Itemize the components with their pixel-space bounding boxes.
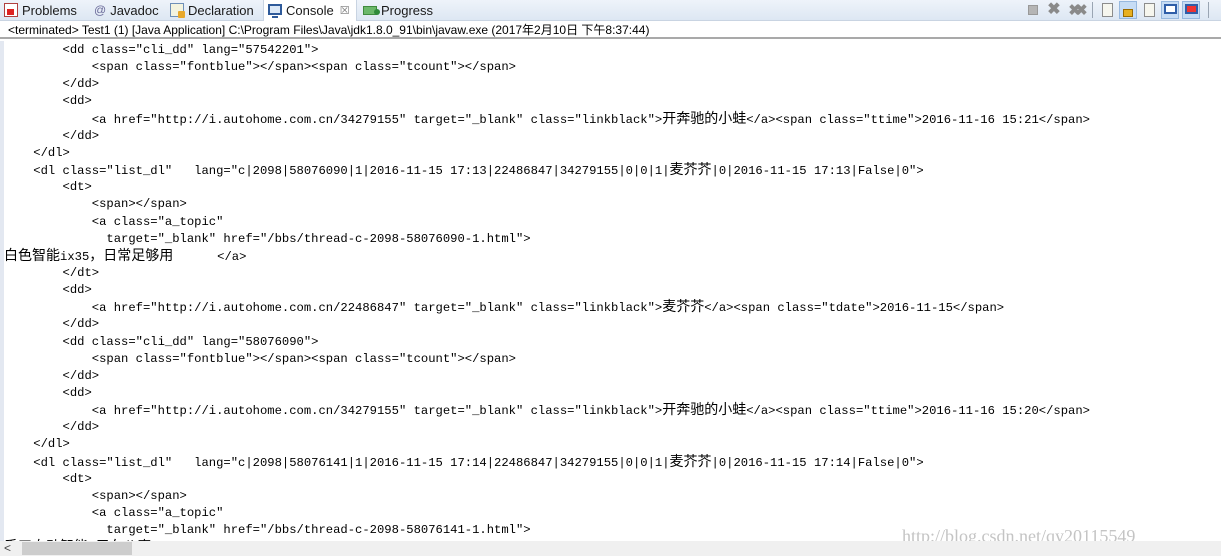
launch-status: <terminated> Test1 (1) [Java Application… bbox=[0, 21, 1221, 39]
tab-label: Console bbox=[286, 3, 334, 18]
console-line: </dd> bbox=[4, 420, 100, 435]
console-line: <dd> bbox=[4, 386, 92, 400]
console-line: <dd class="cli_dd" lang="57542201"> bbox=[4, 43, 319, 57]
console-line: <span></span> bbox=[4, 488, 187, 503]
console-line: <span class="fontblue"></span><span clas… bbox=[4, 351, 516, 366]
progress-icon bbox=[363, 5, 380, 15]
cjk-text: 麦芥芥 bbox=[669, 162, 712, 179]
console-line: <span></span> bbox=[4, 197, 187, 212]
console-line: <dd> bbox=[4, 283, 92, 298]
tab-javadoc[interactable]: @ Javadoc bbox=[94, 0, 159, 20]
declaration-icon bbox=[170, 3, 185, 18]
console-line: target="_blank" href="/bbs/thread-c-2098… bbox=[4, 523, 531, 538]
console-line: </dd> bbox=[4, 368, 100, 383]
word-wrap-button[interactable] bbox=[1140, 1, 1158, 19]
tab-declaration[interactable]: Declaration bbox=[170, 0, 254, 20]
console-line: target="_blank" href="/bbs/thread-c-2098… bbox=[4, 231, 531, 246]
console-line: <a class="a_topic" bbox=[4, 214, 224, 229]
show-on-stderr-button[interactable] bbox=[1182, 1, 1200, 19]
console-output[interactable]: <dd class="cli_dd" lang="57542201"> <spa… bbox=[0, 41, 1221, 541]
console-icon bbox=[268, 4, 282, 18]
cjk-text: 麦芥芥 bbox=[662, 299, 705, 316]
show-on-stdout-button[interactable] bbox=[1161, 1, 1179, 19]
tab-label: Progress bbox=[381, 2, 434, 18]
cjk-text: ，日常足够用 bbox=[89, 247, 174, 264]
tab-console[interactable]: Console ☒ bbox=[263, 0, 357, 21]
console-line: </dd> bbox=[4, 77, 100, 92]
console-line: <a class="a_topic" bbox=[4, 506, 224, 521]
remove-all-terminated-button[interactable]: ✖✖ bbox=[1066, 1, 1087, 19]
clear-console-icon bbox=[1101, 3, 1113, 17]
console-line: <a href="http://i.autohome.com.cn/342791… bbox=[4, 402, 1090, 419]
cjk-text: 开奔驰的小蛙 bbox=[662, 402, 747, 419]
console-line: <span class="fontblue"></span><span clas… bbox=[4, 60, 516, 75]
console-line: </dl> bbox=[4, 437, 70, 452]
at-icon: @ bbox=[94, 3, 107, 17]
console-line: <dl class="list_dl" lang="c|2098|5807614… bbox=[4, 453, 924, 470]
tab-label: Problems bbox=[22, 2, 77, 18]
console-line: <dd class="cli_dd" lang="58076090"> bbox=[4, 334, 319, 349]
scroll-left-icon[interactable]: < bbox=[4, 541, 11, 556]
scroll-lock-button[interactable] bbox=[1119, 1, 1137, 19]
word-wrap-icon bbox=[1143, 3, 1155, 17]
console-line: <dt> bbox=[4, 471, 92, 486]
cjk-text: 开奔驰的小蛙 bbox=[662, 110, 747, 127]
stop-icon bbox=[1028, 5, 1038, 15]
console-line: <dl class="list_dl" lang="c|2098|5807609… bbox=[4, 162, 924, 179]
monitor-error-icon bbox=[1184, 3, 1198, 14]
cjk-text: 白色智能 bbox=[4, 247, 60, 264]
tab-label: Javadoc bbox=[110, 2, 159, 18]
console-line: </dd> bbox=[4, 128, 100, 143]
tab-label: Declaration bbox=[188, 2, 254, 18]
scrollbar-thumb[interactable] bbox=[22, 542, 132, 555]
view-tab-bar: Problems @ Javadoc Declaration Console ☒… bbox=[0, 0, 1221, 21]
clear-console-button[interactable] bbox=[1098, 1, 1116, 19]
toolbar-separator bbox=[1092, 2, 1093, 18]
console-line: <dt> bbox=[4, 180, 92, 195]
problems-icon bbox=[4, 3, 18, 17]
console-line: </dl> bbox=[4, 145, 70, 160]
monitor-icon bbox=[1163, 3, 1177, 14]
console-toolbar: ✖ ✖✖ bbox=[1024, 0, 1214, 20]
console-line: </dt> bbox=[4, 265, 100, 280]
console-line: <dd> bbox=[4, 94, 92, 109]
close-icon[interactable]: ☒ bbox=[340, 4, 350, 17]
cjk-text: 麦芥芥 bbox=[669, 453, 712, 470]
remove-all-icon: ✖✖ bbox=[1068, 1, 1087, 19]
lock-icon bbox=[1123, 8, 1133, 17]
terminate-button[interactable] bbox=[1024, 1, 1042, 19]
toolbar-separator bbox=[1208, 2, 1209, 18]
remove-launch-button[interactable]: ✖ bbox=[1045, 1, 1063, 19]
console-line: </dd> bbox=[4, 317, 100, 332]
remove-icon: ✖ bbox=[1047, 1, 1061, 18]
tab-progress[interactable]: Progress bbox=[363, 0, 433, 20]
console-line: <a href="http://i.autohome.com.cn/342791… bbox=[4, 110, 1090, 127]
console-line: <a href="http://i.autohome.com.cn/224868… bbox=[4, 299, 1005, 316]
horizontal-scrollbar[interactable]: < bbox=[0, 541, 1221, 556]
console-line: 白色智能ix35，日常足够用 </a> bbox=[4, 247, 247, 264]
tab-problems[interactable]: Problems bbox=[4, 0, 77, 20]
